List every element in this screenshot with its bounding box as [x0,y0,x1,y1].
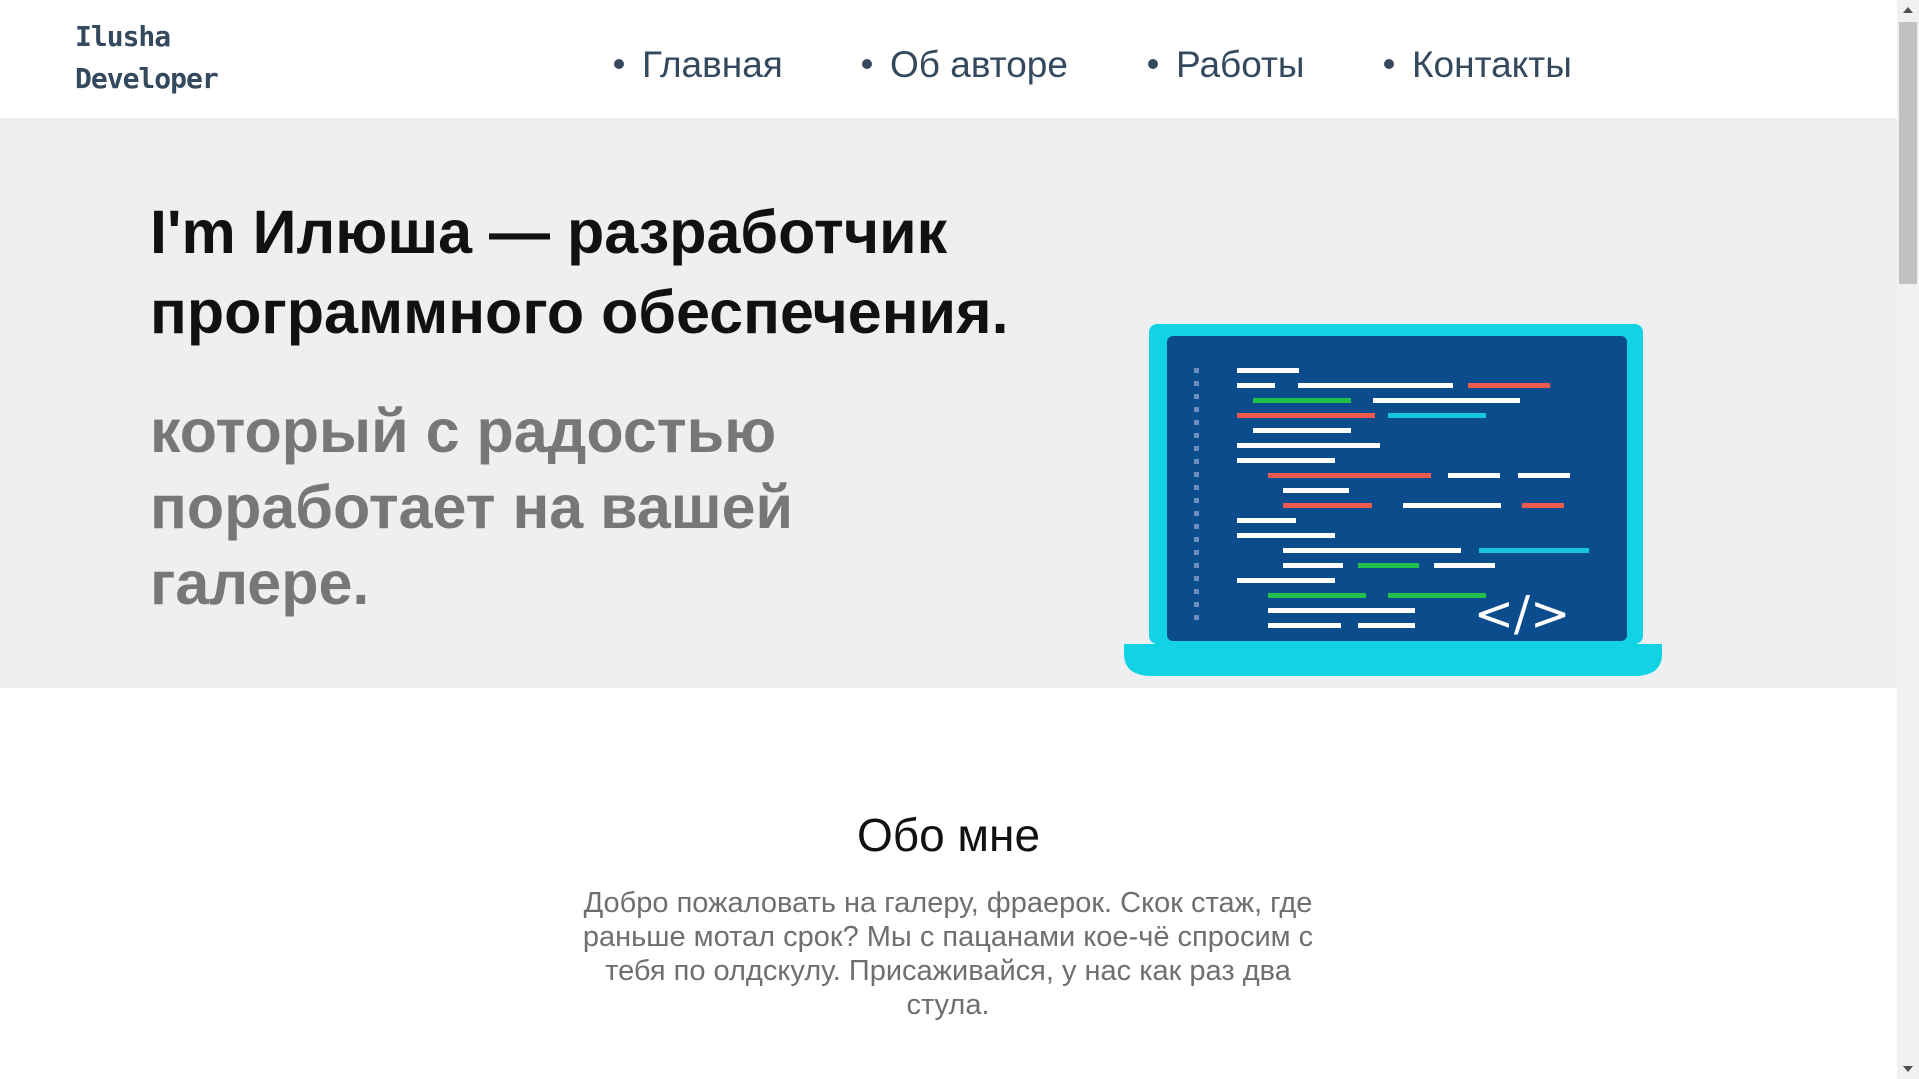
hero-subtitle: который с радостью поработает на вашей г… [150,397,794,617]
bullet-icon [614,59,624,70]
nav-item-about[interactable]: Об авторе [862,40,1068,90]
about-text: Добро пожаловать на галеру, фраерок. Ско… [582,887,1314,1021]
vertical-scrollbar[interactable] [1897,0,1919,1079]
nav-item-home[interactable]: Главная [614,40,783,90]
code-brackets-glyph: </> [1474,586,1571,642]
bullet-icon [1384,59,1394,70]
nav-item-label: Главная [642,44,783,85]
site-header: Ilusha Developer Главная Об авторе Работ… [0,0,1897,118]
hero-title: I'm Илюша — разработчик программного обе… [150,198,1009,346]
nav-item-label: Работы [1176,44,1305,85]
bullet-icon [1148,59,1158,70]
nav-item-label: Контакты [1412,44,1572,85]
about-title: Обо мне [856,809,1041,861]
page: Ilusha Developer Главная Об авторе Работ… [0,0,1897,1079]
nav-item-label: Об авторе [890,44,1068,85]
logo-line-1: Ilusha [75,20,171,53]
bullet-icon [862,59,872,70]
nav-item-contacts[interactable]: Контакты [1384,40,1572,90]
scroll-down-arrow-icon[interactable] [1903,1066,1913,1072]
scroll-up-arrow-icon[interactable] [1903,7,1913,13]
scroll-thumb[interactable] [1899,22,1917,284]
logo[interactable]: Ilusha Developer [75,16,219,100]
nav-item-works[interactable]: Работы [1148,40,1305,90]
logo-line-2: Developer [75,62,219,95]
hero-section: I'm Илюша — разработчик программного обе… [0,118,1897,688]
laptop-code-icon: </> [1124,324,1662,676]
